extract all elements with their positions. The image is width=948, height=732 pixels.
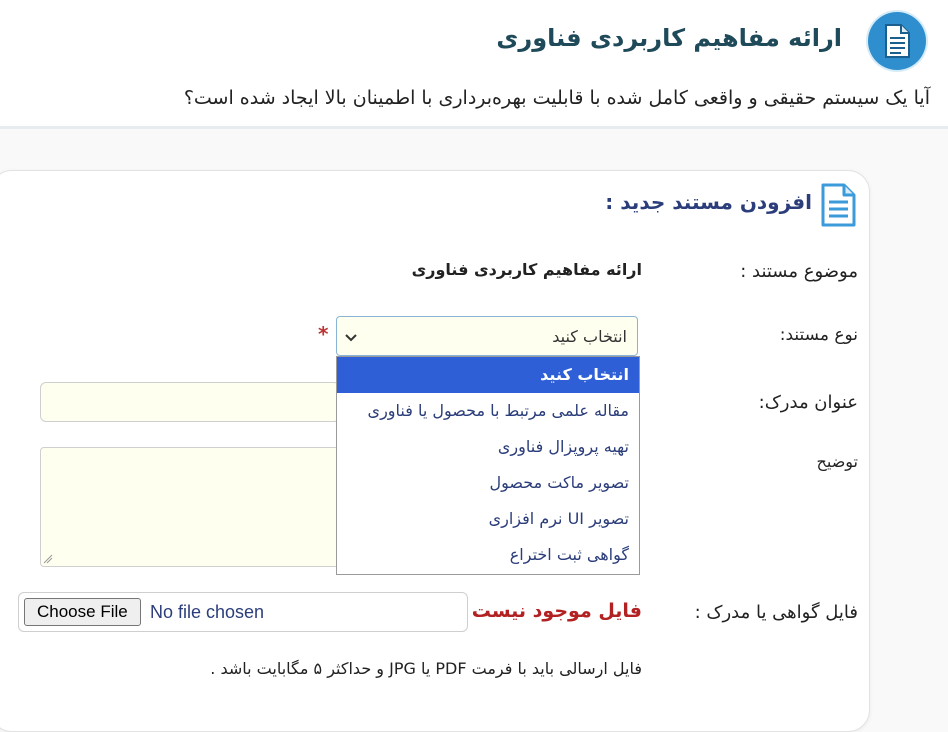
resize-handle-icon[interactable] (43, 554, 53, 564)
document-icon (868, 12, 926, 70)
file-chosen-status: No file chosen (150, 602, 265, 622)
subject-label: موضوع مستند : (740, 261, 858, 282)
dropdown-option[interactable]: تهیه پروپزال فناوری (337, 429, 639, 465)
dropdown-option[interactable]: مقاله علمی مرتبط با محصول یا فناوری (337, 393, 639, 429)
page-title: ارائه مفاهیم کاربردی فناوری (496, 24, 842, 52)
doc-type-select[interactable]: انتخاب کنید (336, 316, 638, 356)
file-format-hint: فایل ارسالی باید با فرمت PDF یا JPG و حد… (210, 659, 642, 678)
subject-value: ارائه مفاهیم کاربردی فناوری (411, 260, 642, 279)
file-input[interactable]: Choose File No file chosen (18, 592, 468, 632)
doc-type-selected-value: انتخاب کنید (552, 327, 627, 346)
file-label: فایل گواهی یا مدرک : (694, 602, 858, 623)
page-question: آیا یک سیستم حقیقی و واقعی کامل شده با ق… (183, 87, 930, 109)
description-label: توضیح (816, 452, 858, 471)
add-document-icon (821, 183, 856, 227)
required-asterisk: * (318, 322, 329, 346)
form-title: افزودن مستند جدید : (605, 190, 812, 214)
page-header (0, 0, 948, 129)
dropdown-option[interactable]: تصویر UI نرم افزاری (337, 501, 639, 537)
file-missing-status: فایل موجود نیست (471, 600, 642, 622)
dropdown-option[interactable]: انتخاب کنید (337, 357, 639, 393)
dropdown-option[interactable]: گواهی ثبت اختراع (337, 537, 639, 573)
proof-title-input[interactable] (40, 382, 340, 422)
description-textarea[interactable] (40, 447, 340, 567)
doc-type-label: نوع مستند: (779, 325, 858, 345)
proof-title-label: عنوان مدرک: (758, 392, 858, 413)
chevron-down-icon (345, 334, 357, 342)
choose-file-button[interactable]: Choose File (24, 598, 141, 626)
dropdown-option[interactable]: تصویر ماکت محصول (337, 465, 639, 501)
doc-type-dropdown[interactable]: انتخاب کنید مقاله علمی مرتبط با محصول یا… (336, 356, 640, 575)
